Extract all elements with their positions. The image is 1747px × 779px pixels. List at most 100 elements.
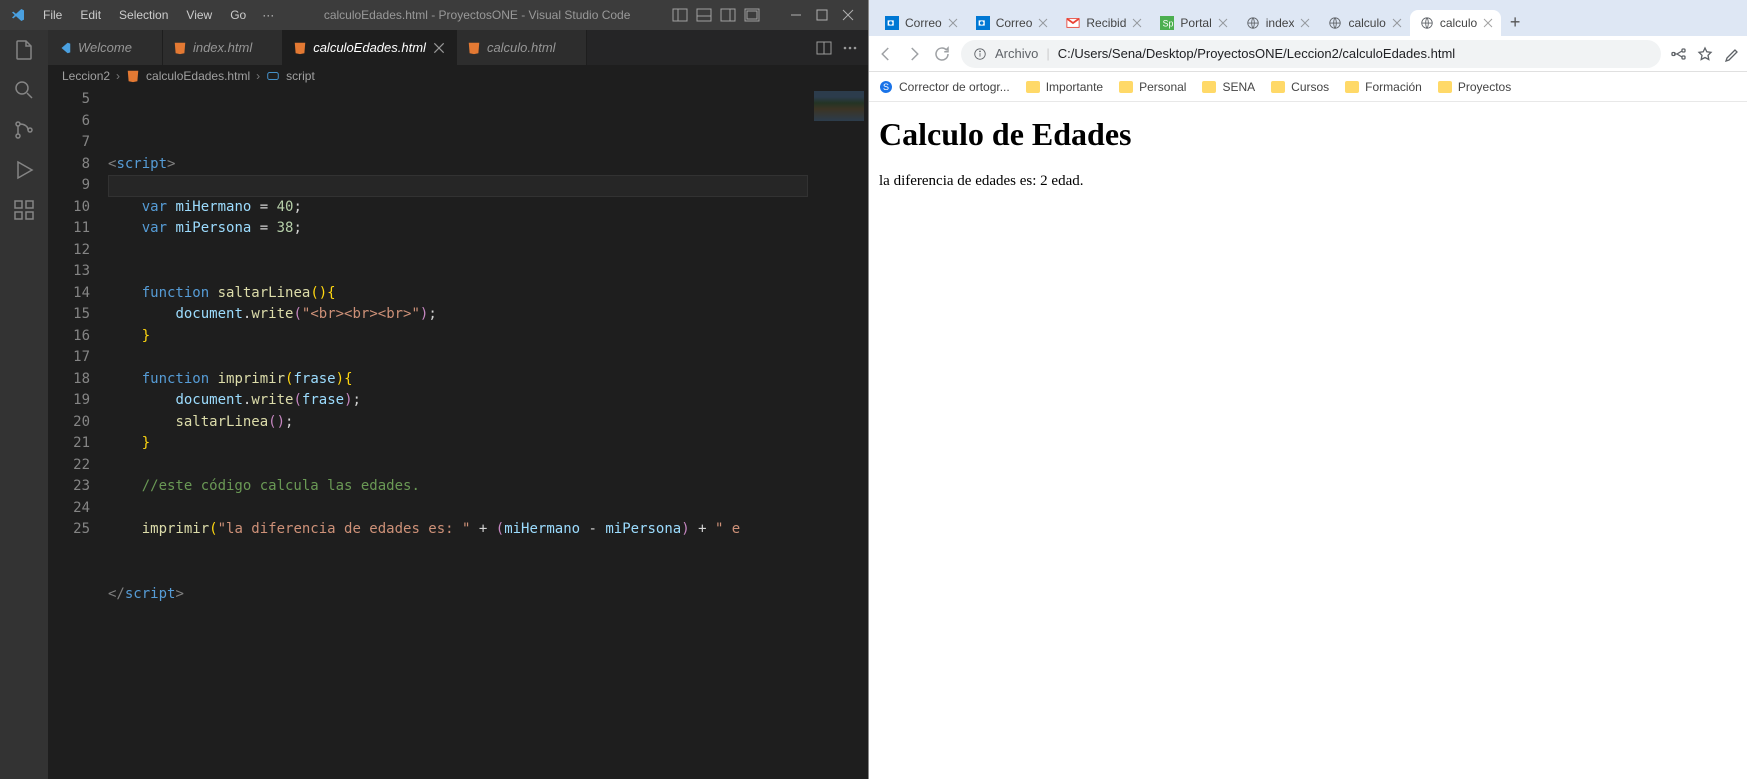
bookmark-item[interactable]: Importante xyxy=(1026,80,1103,94)
code-line[interactable]: function imprimir(frase){ xyxy=(108,369,808,391)
tab-label: calculo.html xyxy=(487,40,556,55)
breadcrumb-item[interactable]: calculoEdades.html xyxy=(146,69,250,83)
close-icon[interactable] xyxy=(842,9,854,21)
code-content[interactable]: <script> var miHermano = 40; var miPerso… xyxy=(108,87,808,779)
panel-layout-icon[interactable] xyxy=(720,7,736,23)
code-line[interactable]: document.write("<br><br><br>"); xyxy=(108,304,808,326)
bookmark-label: Personal xyxy=(1139,80,1186,94)
editor-tab[interactable]: calculo.html xyxy=(457,30,587,65)
star-icon[interactable] xyxy=(1697,46,1713,62)
maximize-icon[interactable] xyxy=(816,9,828,21)
tab-title: calculo xyxy=(1348,16,1385,30)
address-bar[interactable]: Archivo | C:/Users/Sena/Desktop/Proyecto… xyxy=(961,40,1661,68)
breadcrumbs[interactable]: Leccion2 › calculoEdades.html › script xyxy=(48,65,868,87)
minimize-icon[interactable] xyxy=(790,9,802,21)
menu-edit[interactable]: Edit xyxy=(72,4,109,26)
code-line[interactable]: document.write(frase); xyxy=(108,390,808,412)
menu-go[interactable]: Go xyxy=(222,4,254,26)
close-icon[interactable] xyxy=(1300,18,1310,28)
menu-overflow[interactable]: ··· xyxy=(254,4,282,26)
panel-layout-icon[interactable] xyxy=(696,7,712,23)
editor-tab[interactable]: Welcome xyxy=(48,30,163,65)
browser-tab[interactable]: Correo xyxy=(966,10,1057,36)
panel-layout-icon[interactable] xyxy=(672,7,688,23)
minimap[interactable] xyxy=(808,87,868,779)
breadcrumb-item[interactable]: script xyxy=(286,69,315,83)
chevron-right-icon: › xyxy=(256,69,260,83)
code-line[interactable]: function saltarLinea(){ xyxy=(108,283,808,305)
tab-label: Welcome xyxy=(78,40,132,55)
split-editor-icon[interactable] xyxy=(816,40,832,56)
code-line[interactable]: var miHermano = 40; xyxy=(108,197,808,219)
code-line[interactable]: } xyxy=(108,326,808,348)
close-icon[interactable] xyxy=(1132,18,1142,28)
code-line[interactable] xyxy=(108,240,808,262)
code-line[interactable] xyxy=(108,347,808,369)
code-line[interactable]: //este código calcula las edades. xyxy=(108,476,808,498)
code-line[interactable]: </script> xyxy=(108,584,808,606)
editor-tab[interactable]: calculoEdades.html xyxy=(283,30,457,65)
code-line[interactable]: var miPersona = 38; xyxy=(108,218,808,240)
code-line[interactable] xyxy=(108,498,808,520)
close-icon[interactable] xyxy=(948,18,958,28)
editor-tab[interactable]: index.html xyxy=(163,30,283,65)
eyedropper-icon[interactable] xyxy=(1723,46,1739,62)
tab-bar: Welcome index.htmlcalculoEdades.html calcu… xyxy=(48,30,868,65)
code-line[interactable]: <script> xyxy=(108,154,808,176)
code-line[interactable] xyxy=(108,562,808,584)
close-icon[interactable] xyxy=(432,41,446,55)
breadcrumb-item[interactable]: Leccion2 xyxy=(62,69,110,83)
browser-tab[interactable]: Recibid xyxy=(1056,10,1150,36)
close-icon[interactable] xyxy=(1392,18,1402,28)
code-line[interactable]: } xyxy=(108,433,808,455)
chrome-window: CorreoCorreoRecibidSpPortalindexcalculoc… xyxy=(868,0,1747,779)
html-file-icon xyxy=(293,41,307,55)
menu-selection[interactable]: Selection xyxy=(111,4,176,26)
svg-text:S: S xyxy=(883,82,889,92)
browser-tab[interactable]: SpPortal xyxy=(1150,10,1235,36)
menu-view[interactable]: View xyxy=(178,4,220,26)
more-icon[interactable] xyxy=(842,40,858,56)
close-icon[interactable] xyxy=(1483,18,1493,28)
close-icon[interactable] xyxy=(1038,18,1048,28)
bookmark-label: Corrector de ortogr... xyxy=(899,80,1010,94)
browser-tab[interactable]: calculo xyxy=(1410,10,1501,36)
forward-icon[interactable] xyxy=(905,45,923,63)
url-scheme: Archivo xyxy=(995,46,1038,61)
bookmark-item[interactable]: SENA xyxy=(1202,80,1255,94)
source-control-icon[interactable] xyxy=(12,118,36,142)
bookmarks-bar: S Corrector de ortogr... Importante Persona… xyxy=(869,72,1747,102)
bookmark-item[interactable]: Proyectos xyxy=(1438,80,1511,94)
run-debug-icon[interactable] xyxy=(12,158,36,182)
code-line[interactable] xyxy=(108,261,808,283)
extensions-icon[interactable] xyxy=(12,198,36,222)
html-file-icon xyxy=(126,69,140,83)
menu-file[interactable]: File xyxy=(35,4,70,26)
bookmark-item[interactable]: Formación xyxy=(1345,80,1422,94)
code-line[interactable] xyxy=(108,541,808,563)
bookmark-item[interactable]: S Corrector de ortogr... xyxy=(879,80,1010,94)
tab-title: Correo xyxy=(905,16,942,30)
code-line[interactable] xyxy=(108,175,808,197)
bookmark-item[interactable]: Cursos xyxy=(1271,80,1329,94)
back-icon[interactable] xyxy=(877,45,895,63)
browser-tab[interactable]: calculo xyxy=(1318,10,1409,36)
code-line[interactable]: imprimir("la diferencia de edades es: " … xyxy=(108,519,808,541)
vscode-logo-icon xyxy=(0,7,35,23)
bookmark-item[interactable]: Personal xyxy=(1119,80,1186,94)
explorer-icon[interactable] xyxy=(12,38,36,62)
panel-layout-icon[interactable] xyxy=(744,7,760,23)
search-icon[interactable] xyxy=(12,78,36,102)
close-icon[interactable] xyxy=(1218,18,1228,28)
code-line[interactable]: saltarLinea(); xyxy=(108,412,808,434)
tab-title: calculo xyxy=(1440,16,1477,30)
reload-icon[interactable] xyxy=(933,45,951,63)
browser-tab[interactable]: Correo xyxy=(875,10,966,36)
info-icon[interactable] xyxy=(973,47,987,61)
browser-tab[interactable]: index xyxy=(1236,10,1319,36)
window-title: calculoEdades.html - ProyectosONE - Visu… xyxy=(282,8,672,22)
code-editor[interactable]: 5678910111213141516171819202122232425 <s… xyxy=(48,87,868,779)
new-tab-button[interactable]: + xyxy=(1501,8,1529,36)
code-line[interactable] xyxy=(108,455,808,477)
share-icon[interactable] xyxy=(1671,46,1687,62)
